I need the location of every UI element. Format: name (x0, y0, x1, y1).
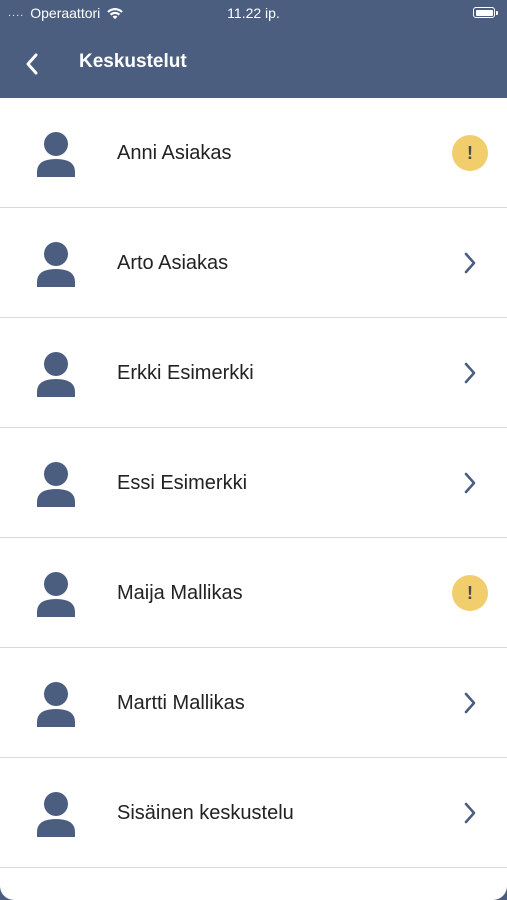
person-icon (37, 682, 75, 727)
chevron-right-icon (464, 252, 476, 274)
conversation-list: Anni Asiakas ! Arto Asiakas Erkki Esimer… (0, 98, 507, 900)
person-icon (37, 462, 75, 507)
conversation-row[interactable]: Anni Asiakas ! (0, 98, 507, 208)
chevron-right-icon (464, 802, 476, 824)
conversation-row[interactable]: Sisäinen keskustelu (0, 758, 507, 868)
conversation-row[interactable]: Essi Esimerkki (0, 428, 507, 538)
conversation-name: Maija Mallikas (117, 582, 243, 604)
conversation-row[interactable]: Martti Mallikas (0, 648, 507, 758)
chevron-right-icon (464, 692, 476, 714)
battery-icon (473, 7, 498, 18)
conversation-row[interactable]: Arto Asiakas (0, 208, 507, 318)
conversation-name: Martti Mallikas (117, 692, 245, 714)
person-icon (37, 352, 75, 397)
conversation-name: Erkki Esimerkki (117, 362, 254, 384)
conversation-name: Arto Asiakas (117, 252, 229, 274)
chevron-right-icon (464, 362, 476, 384)
chevron-left-icon (26, 53, 38, 75)
back-button[interactable] (14, 46, 50, 82)
conversation-name: Anni Asiakas (117, 142, 232, 164)
person-icon (37, 792, 75, 837)
conversation-row[interactable]: Maija Mallikas ! (0, 538, 507, 648)
status-bar: .... Operaattori 11.22 ip. (0, 0, 507, 28)
page-title: Keskustelut (79, 51, 187, 72)
navigation-bar: Keskustelut (0, 28, 507, 98)
alert-icon: ! (452, 135, 488, 171)
conversation-row[interactable]: Erkki Esimerkki (0, 318, 507, 428)
person-icon (37, 572, 75, 617)
alert-icon: ! (452, 575, 488, 611)
conversation-name: Essi Esimerkki (117, 472, 248, 494)
person-icon (37, 242, 75, 287)
conversation-name: Sisäinen keskustelu (117, 802, 294, 824)
chevron-right-icon (464, 472, 476, 494)
person-icon (37, 132, 75, 177)
status-time: 11.22 ip. (227, 5, 280, 21)
